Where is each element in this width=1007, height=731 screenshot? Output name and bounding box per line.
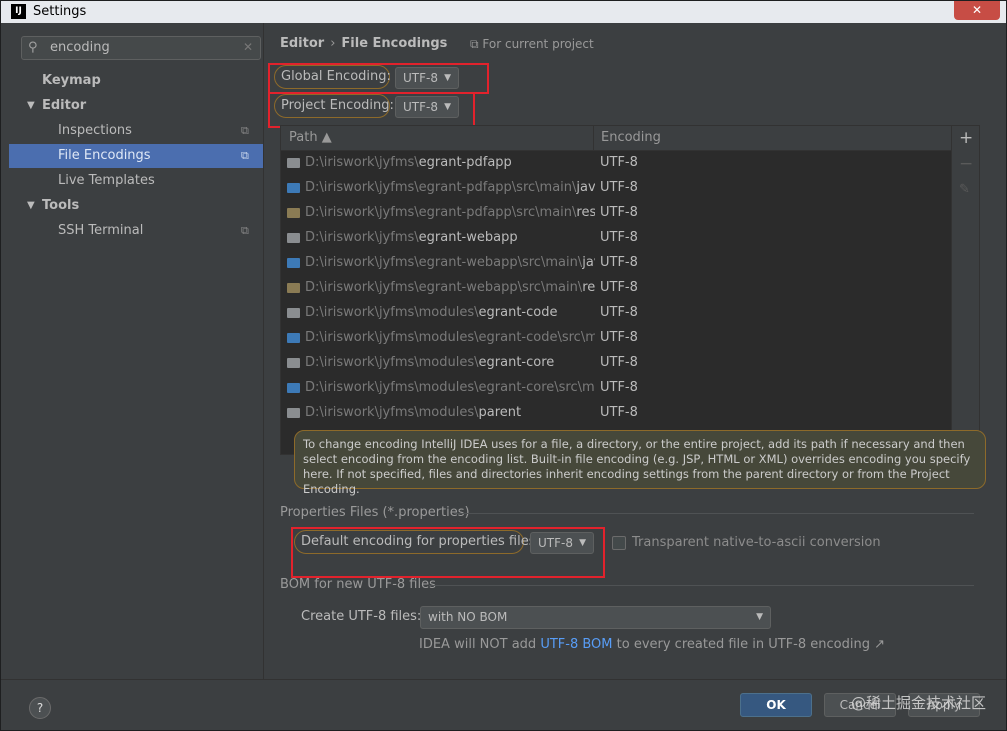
table-header: Path ▲ Encoding [281, 126, 951, 151]
table-row[interactable]: D:\iriswork\jyfms\modules\egrant-code\sr… [281, 325, 951, 350]
chevron-down-icon: ▼ [756, 612, 763, 622]
edit-icon[interactable]: ✎ [959, 182, 970, 197]
search-input[interactable]: ⚲ encoding ✕ [21, 36, 261, 60]
expand-arrow-icon[interactable]: ▼ [27, 94, 35, 118]
row-encoding[interactable]: UTF-8 [600, 150, 638, 175]
settings-sidebar: ⚲ encoding ✕ Keymap ▼ Editor Inspections ⧉… [9, 23, 263, 679]
scope-label: ⧉ For current project [470, 37, 594, 51]
ok-button[interactable]: OK [740, 693, 812, 717]
project-scope-icon: ⧉ [241, 224, 249, 237]
row-path: D:\iriswork\jyfms\egrant-webapp [305, 230, 518, 245]
bom-dropdown[interactable]: with NO BOM ▼ [420, 606, 771, 629]
row-path: D:\iriswork\jyfms\modules\egrant-core\sr… [305, 380, 595, 395]
row-path: D:\iriswork\jyfms\modules\egrant-core [305, 355, 555, 370]
project-scope-icon: ⧉ [241, 124, 249, 137]
source-folder-icon [287, 383, 300, 393]
watermark: @稀土掘金技术社区 [850, 694, 986, 712]
resource-folder-icon [287, 283, 300, 293]
dialog-footer: ? OK Cancel Apply @稀土掘金技术社区 [1, 679, 1006, 730]
row-encoding[interactable]: UTF-8 [600, 400, 638, 425]
settings-content: Editor › File Encodings ⧉ For current proj… [263, 23, 1006, 679]
table-row[interactable]: D:\iriswork\jyfms\modules\egrant-core UTF… [281, 350, 951, 375]
annotation-red-box [268, 63, 489, 94]
transparent-conversion-label: Transparent native-to-ascii conversion [632, 535, 881, 550]
search-value: encoding [50, 40, 110, 55]
row-path: D:\iriswork\jyfms\egrant-webapp\src\main… [305, 255, 595, 270]
row-encoding[interactable]: UTF-8 [600, 300, 638, 325]
divider [429, 585, 974, 586]
resource-folder-icon [287, 208, 300, 218]
sidebar-item-live-templates[interactable]: Live Templates [9, 169, 263, 193]
row-encoding[interactable]: UTF-8 [600, 350, 638, 375]
expand-arrow-icon[interactable]: ▼ [27, 194, 35, 218]
module-folder-icon [287, 308, 300, 318]
title-bar: IJ Settings ✕ [1, 1, 1006, 23]
project-scope-icon: ⧉ [470, 37, 479, 51]
help-icon[interactable]: ? [29, 697, 51, 719]
table-row[interactable]: D:\iriswork\jyfms\modules\egrant-core\sr… [281, 375, 951, 400]
table-row[interactable]: D:\iriswork\jyfms\egrant-webapp\src\main… [281, 275, 951, 300]
row-encoding[interactable]: UTF-8 [600, 175, 638, 200]
source-folder-icon [287, 183, 300, 193]
row-encoding[interactable]: UTF-8 [600, 275, 638, 300]
row-path: D:\iriswork\jyfms\modules\parent [305, 405, 522, 420]
divider [454, 513, 974, 514]
bom-section-title: BOM for new UTF-8 files [280, 577, 436, 592]
row-encoding[interactable]: UTF-8 [600, 200, 638, 225]
bom-note: IDEA will NOT add UTF-8 BOM to every cre… [419, 637, 885, 652]
search-icon: ⚲ [28, 40, 38, 55]
table-row[interactable]: D:\iriswork\jyfms\egrant-pdfapp\src\main… [281, 200, 951, 225]
breadcrumb: Editor › File Encodings [280, 36, 448, 51]
close-icon[interactable]: ✕ [954, 1, 1000, 20]
table-row[interactable]: D:\iriswork\jyfms\modules\parent UTF-8 [281, 400, 951, 425]
sidebar-item-editor[interactable]: ▼ Editor [9, 94, 263, 118]
module-folder-icon [287, 358, 300, 368]
annotation-red-box [291, 527, 605, 578]
row-path: D:\iriswork\jyfms\egrant-webapp\src\main… [305, 280, 595, 295]
table-row[interactable]: D:\iriswork\jyfms\egrant-pdfapp UTF-8 [281, 150, 951, 175]
sidebar-item-ssh-terminal[interactable]: SSH Terminal ⧉ [9, 219, 263, 243]
add-icon[interactable]: + [959, 128, 973, 148]
sidebar-item-keymap[interactable]: Keymap [9, 69, 263, 93]
settings-window: IJ Settings ✕ ⚲ encoding ✕ Keymap ▼ Edito… [0, 0, 1007, 731]
table-row[interactable]: D:\iriswork\jyfms\egrant-webapp UTF-8 [281, 225, 951, 250]
row-encoding[interactable]: UTF-8 [600, 325, 638, 350]
column-header-path[interactable]: Path ▲ [289, 130, 332, 145]
row-path: D:\iriswork\jyfms\egrant-pdfapp [305, 155, 512, 170]
row-encoding[interactable]: UTF-8 [600, 375, 638, 400]
sidebar-item-inspections[interactable]: Inspections ⧉ [9, 119, 263, 143]
remove-icon[interactable]: − [959, 154, 973, 174]
properties-section-title: Properties Files (*.properties) [280, 505, 470, 520]
row-encoding[interactable]: UTF-8 [600, 225, 638, 250]
module-folder-icon [287, 408, 300, 418]
source-folder-icon [287, 258, 300, 268]
row-encoding[interactable]: UTF-8 [600, 250, 638, 275]
project-scope-icon: ⧉ [241, 149, 249, 162]
module-folder-icon [287, 233, 300, 243]
app-icon: IJ [11, 4, 26, 19]
row-path: D:\iriswork\jyfms\modules\egrant-code\sr… [305, 330, 595, 345]
table-row[interactable]: D:\iriswork\jyfms\modules\egrant-code UTF… [281, 300, 951, 325]
transparent-conversion-checkbox[interactable] [612, 536, 626, 550]
row-path: D:\iriswork\jyfms\modules\egrant-code [305, 305, 558, 320]
row-path: D:\iriswork\jyfms\egrant-pdfapp\src\main… [305, 205, 595, 220]
annotation-red-box [268, 92, 475, 128]
utf8-bom-link[interactable]: UTF-8 BOM [540, 637, 612, 652]
sidebar-item-tools[interactable]: ▼ Tools [9, 194, 263, 218]
encoding-info-text: To change encoding IntelliJ IDEA uses fo… [294, 430, 986, 496]
source-folder-icon [287, 333, 300, 343]
column-header-encoding[interactable]: Encoding [601, 130, 661, 145]
encoding-table: Path ▲ Encoding D:\iriswork\jyfms\egrant… [280, 125, 952, 455]
clear-search-icon[interactable]: ✕ [243, 40, 253, 54]
sidebar-item-file-encodings[interactable]: File Encodings ⧉ [9, 144, 263, 168]
module-folder-icon [287, 158, 300, 168]
row-path: D:\iriswork\jyfms\egrant-pdfapp\src\main… [305, 180, 595, 195]
table-row[interactable]: D:\iriswork\jyfms\egrant-webapp\src\main… [281, 250, 951, 275]
window-title: Settings [33, 4, 87, 19]
table-row[interactable]: D:\iriswork\jyfms\egrant-pdfapp\src\main… [281, 175, 951, 200]
table-toolbar: + − ✎ [952, 125, 980, 455]
create-utf8-label: Create UTF-8 files: [301, 609, 422, 624]
